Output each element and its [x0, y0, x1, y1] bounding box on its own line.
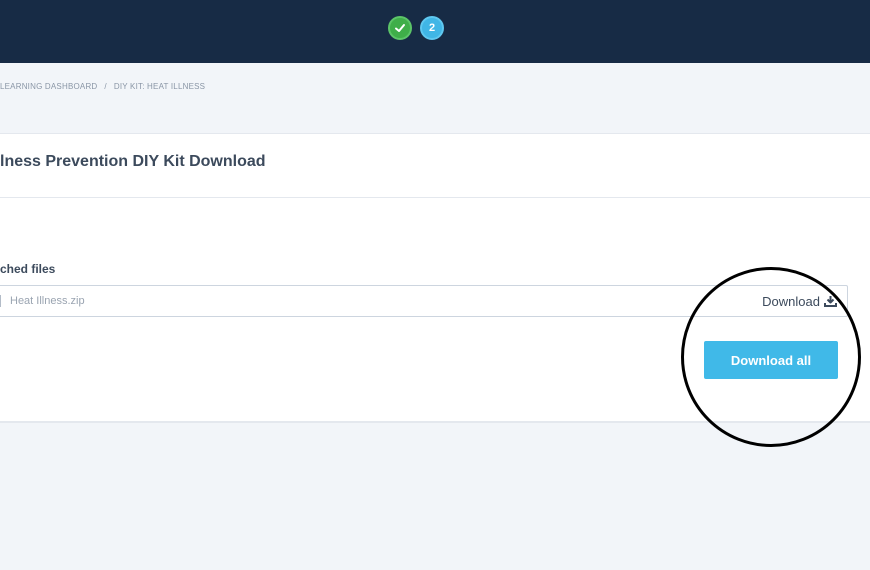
file-icon [0, 295, 1, 307]
breadcrumb: LEARNING DASHBOARD / DIY KIT: HEAT ILLNESS [0, 82, 205, 91]
download-all-button[interactable]: Download all [704, 341, 838, 379]
file-row: Heat Illness.zip Download [0, 285, 848, 317]
step-number: 2 [428, 22, 436, 34]
step-current-indicator: 2 [420, 16, 444, 40]
download-underline [752, 316, 837, 317]
breadcrumb-separator: / [104, 82, 107, 91]
page-title: lness Prevention DIY Kit Download [0, 153, 266, 170]
breadcrumb-item-learning-dashboard[interactable]: LEARNING DASHBOARD [0, 82, 97, 91]
checkmark-icon [395, 24, 405, 32]
attachments-card: ched files Heat Illness.zip Download [0, 198, 870, 423]
attached-files-label: ched files [0, 262, 56, 276]
file-name: Heat Illness.zip [10, 295, 85, 307]
file-download-button[interactable]: Download [742, 286, 837, 316]
breadcrumb-item-diy-kit: DIY KIT: HEAT ILLNESS [113, 82, 206, 91]
download-tray-icon [824, 296, 837, 307]
page-header-card: lness Prevention DIY Kit Download [0, 133, 870, 198]
top-navbar: 2 [0, 0, 870, 63]
step-completed-indicator [388, 16, 412, 40]
file-download-label: Download [762, 293, 820, 309]
